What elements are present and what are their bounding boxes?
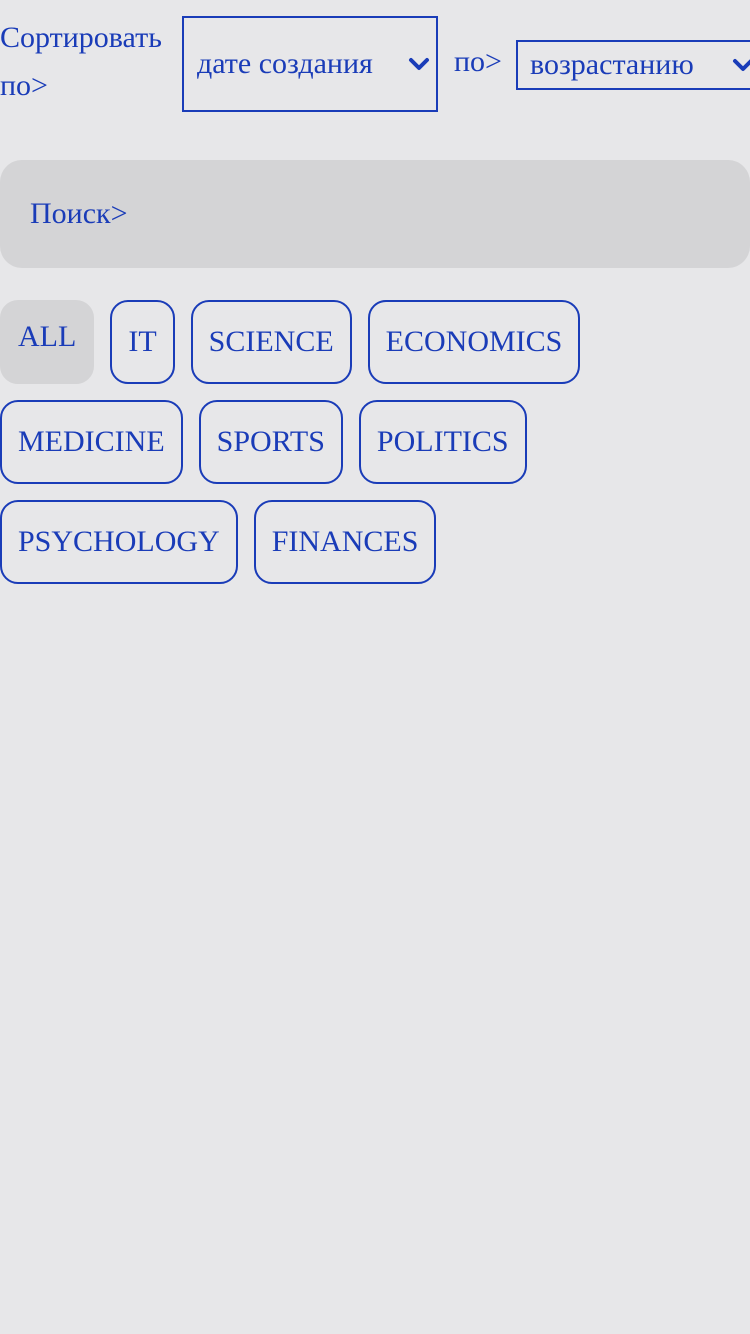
category-filters: ALL IT SCIENCE ECONOMICS MEDICINE SPORTS… bbox=[0, 300, 750, 584]
sort-label: Сортировать по> bbox=[0, 21, 162, 102]
search-placeholder: Поиск> bbox=[30, 197, 128, 230]
chip-label: ECONOMICS bbox=[385, 325, 563, 358]
chip-label: PSYCHOLOGY bbox=[18, 525, 220, 558]
sort-order-value: возрастанию bbox=[530, 48, 694, 81]
page: Сортировать по> дате создания по> возрас… bbox=[0, 0, 750, 1334]
category-chip-psychology[interactable]: PSYCHOLOGY bbox=[0, 500, 238, 584]
chip-label: ALL bbox=[18, 320, 77, 353]
category-chip-it[interactable]: IT bbox=[110, 300, 175, 384]
sort-by-value: дате создания bbox=[197, 47, 373, 80]
category-chip-politics[interactable]: POLITICS bbox=[358, 400, 527, 484]
chip-label: POLITICS bbox=[376, 425, 509, 458]
chip-label: IT bbox=[128, 325, 157, 358]
category-chip-medicine[interactable]: MEDICINE bbox=[0, 400, 183, 484]
order-label: по> bbox=[454, 45, 502, 78]
category-chip-sports[interactable]: SPORTS bbox=[198, 400, 343, 484]
chip-label: MEDICINE bbox=[18, 425, 165, 458]
chip-label: SCIENCE bbox=[208, 325, 334, 358]
chevron-down-icon bbox=[733, 59, 750, 71]
sort-by-select[interactable]: дате создания bbox=[182, 16, 438, 112]
chevron-down-icon bbox=[409, 58, 429, 70]
category-chip-science[interactable]: SCIENCE bbox=[190, 300, 352, 384]
chip-label: FINANCES bbox=[271, 525, 419, 558]
search-input[interactable]: Поиск> bbox=[0, 160, 750, 268]
category-chip-all[interactable]: ALL bbox=[0, 300, 95, 384]
category-chip-economics[interactable]: ECONOMICS bbox=[367, 300, 581, 384]
sort-order-select[interactable]: возрастанию bbox=[516, 40, 750, 90]
chip-label: SPORTS bbox=[216, 425, 325, 458]
category-chip-finances[interactable]: FINANCES bbox=[253, 500, 437, 584]
